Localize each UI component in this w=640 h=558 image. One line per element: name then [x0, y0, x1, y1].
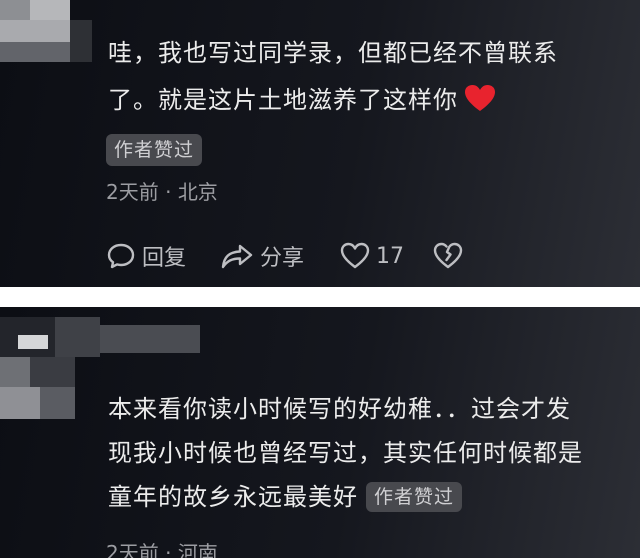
comment-line-wrap: 童年的故乡永远最美好 作者赞过: [108, 482, 583, 512]
comment-bubble-icon: [106, 241, 136, 271]
comment-text: 本来看你读小时候写的好幼稚．．过会才发 现我小时候也曾经写过，其实任何时候都是 …: [108, 394, 583, 512]
heart-outline-icon: [340, 242, 370, 270]
share-arrow-icon: [220, 241, 254, 271]
comment-line: 童年的故乡永远最美好: [108, 483, 358, 511]
comment-location: 河南: [177, 541, 218, 558]
reply-label: 回复: [142, 246, 187, 271]
share-button[interactable]: 分享: [220, 238, 304, 274]
reply-button[interactable]: 回复: [106, 238, 186, 274]
author-liked-badge: 作者赞过: [106, 134, 203, 166]
comment-card-2: 本来看你读小时候写的好幼稚．．过会才发 现我小时候也曾经写过，其实任何时候都是 …: [0, 307, 640, 558]
red-heart-icon: [464, 84, 496, 119]
comment-meta: 2天前 · 河南: [106, 537, 218, 558]
dislike-button[interactable]: [433, 238, 463, 274]
comment-line: 现我小时候也曾经写过，其实任何时候都是: [108, 439, 583, 467]
avatar[interactable]: [0, 0, 95, 75]
comment-text: 哇，我也写过同学录，但都已经不曾联系 了。就是这片土地滋养了这样你: [108, 38, 558, 119]
share-label: 分享: [260, 246, 305, 271]
comment-meta: 2天前 · 北京: [106, 176, 218, 205]
comment-location: 北京: [177, 180, 218, 204]
like-count: 17: [376, 243, 404, 269]
meta-separator: ·: [158, 180, 178, 204]
comment-time: 2天前: [106, 541, 159, 558]
comment-time: 2天前: [106, 180, 159, 204]
comment-line: 了。就是这片土地滋养了这样你: [108, 86, 458, 114]
meta-separator: ·: [158, 541, 178, 558]
comment-card-1: 哇，我也写过同学录，但都已经不曾联系 了。就是这片土地滋养了这样你 作者赞过 2…: [0, 0, 640, 287]
comment-line: 本来看你读小时候写的好幼稚．．过会才发: [108, 395, 571, 423]
author-liked-badge: 作者赞过: [366, 482, 463, 512]
broken-heart-icon: [433, 242, 463, 270]
like-button[interactable]: 17: [340, 238, 404, 274]
comment-line-wrap: 了。就是这片土地滋养了这样你: [108, 84, 558, 119]
comment-line: 哇，我也写过同学录，但都已经不曾联系: [108, 39, 558, 67]
